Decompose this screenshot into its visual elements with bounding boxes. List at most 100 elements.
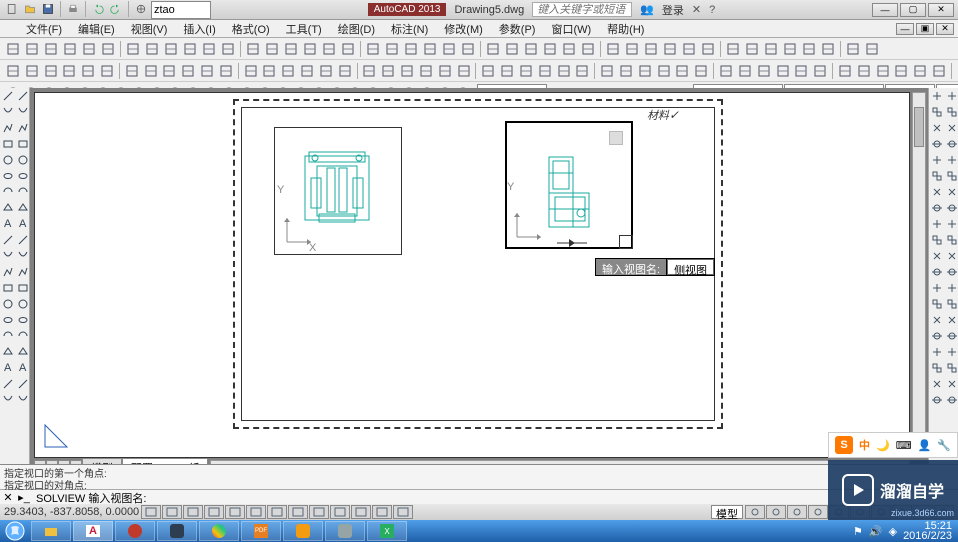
tool-button[interactable]	[1, 249, 15, 263]
tool-button[interactable]	[945, 377, 958, 391]
tool-button[interactable]	[1, 313, 15, 327]
task-explorer[interactable]	[31, 521, 71, 541]
toolbar-button[interactable]	[124, 40, 142, 58]
scrollbar-thumb[interactable]	[914, 107, 924, 147]
menu-edit[interactable]: 编辑(E)	[72, 20, 121, 38]
toolbar-button[interactable]	[762, 40, 780, 58]
toolbar-button[interactable]	[836, 62, 854, 80]
tool-button[interactable]	[945, 105, 958, 119]
tray-volume-icon[interactable]: 🔊	[869, 525, 883, 538]
task-app-2[interactable]	[157, 521, 197, 541]
tool-button[interactable]	[1, 153, 15, 167]
tool-button[interactable]	[1, 185, 15, 199]
tool-button[interactable]	[1, 281, 15, 295]
tool-button[interactable]	[930, 185, 944, 199]
tool-button[interactable]	[945, 281, 958, 295]
toolbar-button[interactable]	[142, 62, 160, 80]
tool-button[interactable]	[1, 201, 15, 215]
doc-minimize-button[interactable]: —	[896, 23, 914, 35]
tool-button[interactable]	[1, 345, 15, 359]
toolbar-button[interactable]	[755, 62, 773, 80]
menu-view[interactable]: 视图(V)	[125, 20, 174, 38]
status-toggle-tpy[interactable]	[351, 505, 371, 519]
tool-button[interactable]	[945, 313, 958, 327]
tool-button[interactable]	[16, 249, 30, 263]
tool-button[interactable]	[16, 297, 30, 311]
toolbar-button[interactable]	[522, 40, 540, 58]
task-excel[interactable]: X	[367, 521, 407, 541]
toolbar-button[interactable]	[736, 62, 754, 80]
tool-button[interactable]	[930, 377, 944, 391]
undo-icon[interactable]	[90, 1, 106, 17]
toolbar-button[interactable]	[874, 62, 892, 80]
toolbar-button[interactable]	[855, 62, 873, 80]
toolbar-button[interactable]	[361, 62, 379, 80]
toolbar-button[interactable]	[560, 40, 578, 58]
tool-button[interactable]: A	[1, 217, 15, 231]
toolbar-button[interactable]	[661, 40, 679, 58]
toolbar-button[interactable]	[536, 62, 554, 80]
tool-button[interactable]	[930, 137, 944, 151]
toolbar-button[interactable]	[200, 40, 218, 58]
tool-button[interactable]	[16, 345, 30, 359]
maximize-button[interactable]: ▢	[900, 3, 926, 17]
toolbar-button[interactable]	[724, 40, 742, 58]
ime-settings-icon[interactable]: 🔧	[937, 439, 951, 452]
tool-button[interactable]	[1, 329, 15, 343]
toolbar-button[interactable]	[844, 40, 862, 58]
status-toggle-ducs[interactable]	[288, 505, 308, 519]
minimize-button[interactable]: —	[872, 3, 898, 17]
vertical-scrollbar[interactable]	[912, 92, 926, 458]
menu-file[interactable]: 文件(F)	[20, 20, 68, 38]
tool-button[interactable]	[930, 249, 944, 263]
toolbar-button[interactable]	[680, 40, 698, 58]
toolbar-button[interactable]	[674, 62, 692, 80]
tool-button[interactable]	[930, 89, 944, 103]
viewport-1[interactable]: X Y	[274, 127, 402, 255]
toolbar-button[interactable]	[421, 40, 439, 58]
toolbar-button[interactable]	[242, 62, 260, 80]
tool-button[interactable]	[945, 393, 958, 407]
toolbar-button[interactable]	[317, 62, 335, 80]
toolbar-button[interactable]	[743, 40, 761, 58]
toolbar-button[interactable]	[42, 40, 60, 58]
open-icon[interactable]	[22, 1, 38, 17]
toolbar-button[interactable]	[320, 40, 338, 58]
tool-button[interactable]	[930, 329, 944, 343]
toolbar-button[interactable]	[692, 62, 710, 80]
status-toggle-grid[interactable]	[162, 505, 182, 519]
ime-moon-icon[interactable]: 🌙	[876, 439, 890, 452]
toolbar-button[interactable]	[811, 62, 829, 80]
tool-button[interactable]	[1, 233, 15, 247]
tool-button[interactable]	[16, 393, 30, 407]
toolbar-button[interactable]	[623, 40, 641, 58]
tool-button[interactable]	[16, 137, 30, 151]
toolbar-button[interactable]	[574, 62, 592, 80]
toolbar-button[interactable]	[61, 40, 79, 58]
toolbar-button[interactable]	[282, 40, 300, 58]
status-toggle-qp[interactable]	[372, 505, 392, 519]
toolbar-button[interactable]	[383, 40, 401, 58]
task-app-1[interactable]	[115, 521, 155, 541]
toolbar-button[interactable]	[636, 62, 654, 80]
toolbar-button[interactable]	[379, 62, 397, 80]
toolbar-button[interactable]	[398, 62, 416, 80]
task-pdf[interactable]: PDF	[241, 521, 281, 541]
tool-button[interactable]	[1, 169, 15, 183]
user-icon[interactable]: 👥	[640, 3, 654, 16]
tool-button[interactable]	[930, 297, 944, 311]
task-app-5[interactable]	[325, 521, 365, 541]
tool-button[interactable]: A	[1, 361, 15, 375]
tool-button[interactable]	[1, 89, 15, 103]
print-icon[interactable]	[65, 1, 81, 17]
tool-button[interactable]	[930, 169, 944, 183]
toolbar-button[interactable]	[819, 40, 837, 58]
help-search-input[interactable]	[532, 2, 632, 17]
toolbar-button[interactable]	[99, 40, 117, 58]
status-right-button[interactable]	[766, 505, 786, 519]
viewport-2[interactable]: Y	[505, 121, 633, 249]
menu-parametric[interactable]: 参数(P)	[493, 20, 542, 38]
toolbar-button[interactable]	[143, 40, 161, 58]
tool-button[interactable]	[16, 313, 30, 327]
toolbar-button[interactable]	[642, 40, 660, 58]
